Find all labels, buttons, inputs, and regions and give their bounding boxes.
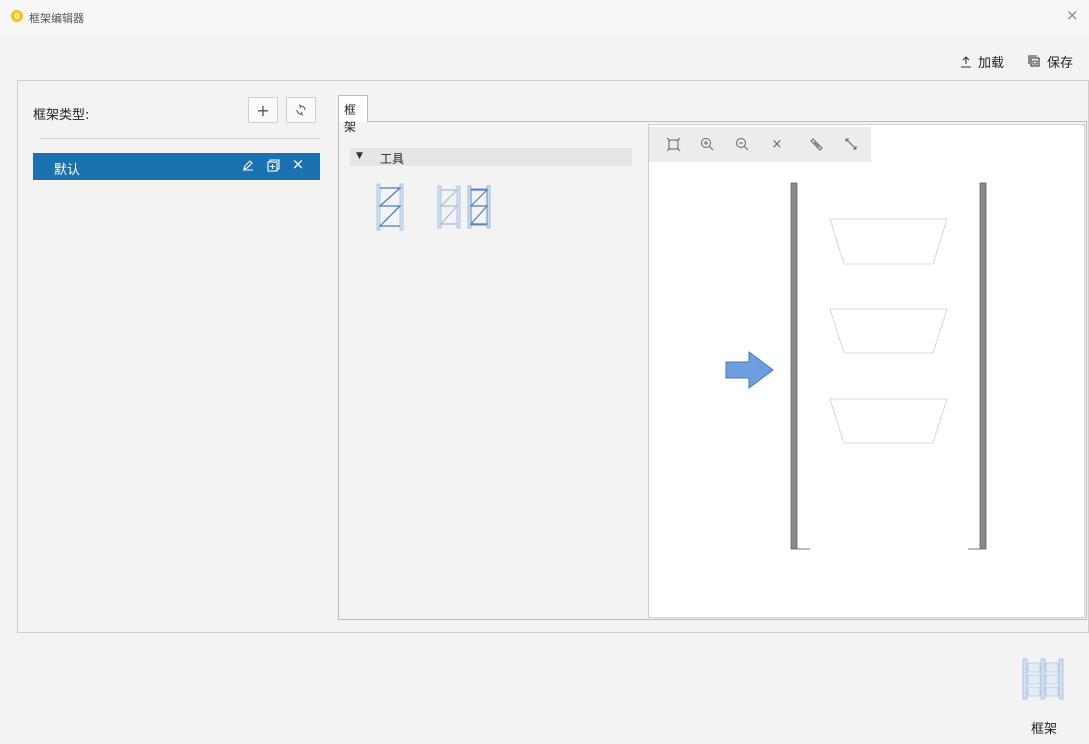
caret-down-icon: ▼	[356, 151, 363, 161]
save-icon	[1028, 55, 1040, 67]
load-button[interactable]: 加载	[960, 52, 1004, 71]
shelf-1	[829, 218, 948, 265]
app-logo-icon	[11, 10, 23, 22]
divider	[40, 138, 320, 139]
save-button[interactable]: 保存	[1028, 52, 1073, 71]
left-upright	[790, 182, 798, 550]
single-frame-icon[interactable]	[375, 182, 405, 232]
save-button-label: 保存	[1047, 56, 1074, 71]
direction-arrow-icon	[725, 351, 774, 389]
tools-group-label: 工具	[380, 152, 405, 166]
double-frame-icon[interactable]	[437, 184, 491, 230]
type-list-item-label: 默认	[54, 163, 81, 178]
shelf-2	[829, 308, 948, 354]
load-button-label: 加载	[978, 56, 1005, 71]
delete-icon[interactable]: ×	[290, 155, 306, 173]
refresh-icon	[296, 104, 306, 116]
frame-type-label: 框架类型:	[33, 108, 90, 123]
shelf-3	[829, 398, 948, 444]
window-title: 框架编辑器	[29, 12, 84, 25]
tab-frame[interactable]: 框架	[338, 95, 368, 134]
type-list-item[interactable]: 默认 ×	[33, 153, 320, 180]
upload-icon	[961, 55, 971, 68]
add-type-button[interactable]: +	[248, 97, 278, 123]
copy-icon[interactable]	[265, 157, 281, 173]
refresh-type-button[interactable]	[286, 97, 316, 123]
canvas-drawing	[725, 182, 987, 550]
frame-preview-label: 框架	[1031, 722, 1058, 737]
title-bar	[0, 0, 1089, 34]
close-window-button[interactable]: ×	[1066, 6, 1079, 24]
tools-group-header[interactable]: ▼ 工具	[350, 148, 632, 166]
frame-preview-icon[interactable]	[1021, 657, 1065, 701]
right-upright	[979, 182, 987, 550]
tab-frame-label: 框架	[344, 103, 357, 134]
edit-icon[interactable]	[240, 157, 256, 173]
